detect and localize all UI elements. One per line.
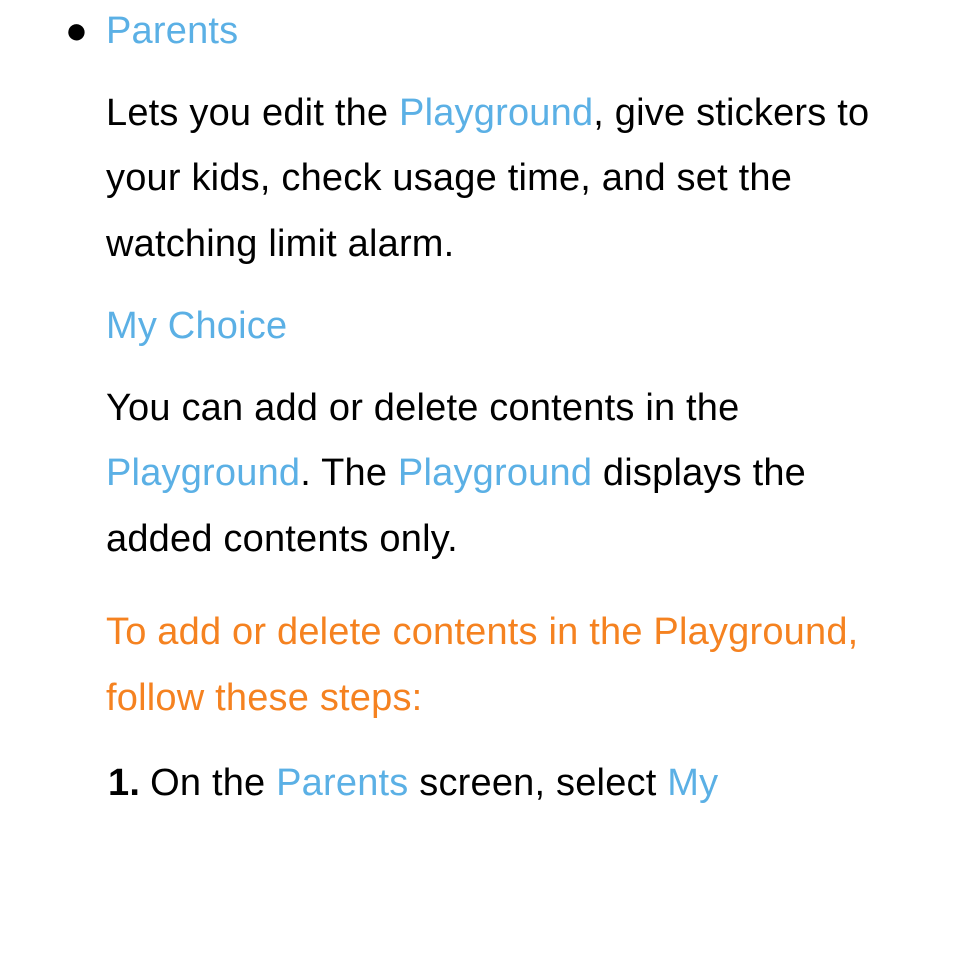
text-fragment: . The [300, 452, 398, 494]
my-choice-description: You can add or delete contents in the Pl… [106, 376, 914, 572]
section-label-my-choice[interactable]: My Choice [106, 305, 914, 348]
bullet-marker: ● [40, 10, 106, 53]
text-fragment: On the [150, 762, 276, 804]
text-fragment: You can add or delete contents in the [106, 387, 739, 429]
link-playground[interactable]: Playground [399, 92, 593, 134]
link-playground[interactable]: Playground [398, 452, 592, 494]
bullet-item: ● Parents [40, 10, 914, 53]
bullet-title-parents[interactable]: Parents [106, 10, 238, 53]
step-text: On the Parents screen, select My [150, 751, 914, 816]
link-playground[interactable]: Playground [106, 452, 300, 494]
text-fragment: Lets you edit the [106, 92, 399, 134]
steps-list: 1. On the Parents screen, select My [106, 751, 914, 816]
content-column: Lets you edit the Playground, give stick… [106, 81, 914, 816]
link-my[interactable]: My [667, 762, 718, 804]
help-page: ● Parents Lets you edit the Playground, … [0, 0, 954, 816]
parents-description: Lets you edit the Playground, give stick… [106, 81, 914, 277]
text-fragment: screen, select [409, 762, 668, 804]
steps-heading: To add or delete contents in the Playgro… [106, 600, 914, 731]
step-item: 1. On the Parents screen, select My [108, 751, 914, 816]
link-parents[interactable]: Parents [276, 762, 408, 804]
step-number: 1. [108, 751, 140, 816]
